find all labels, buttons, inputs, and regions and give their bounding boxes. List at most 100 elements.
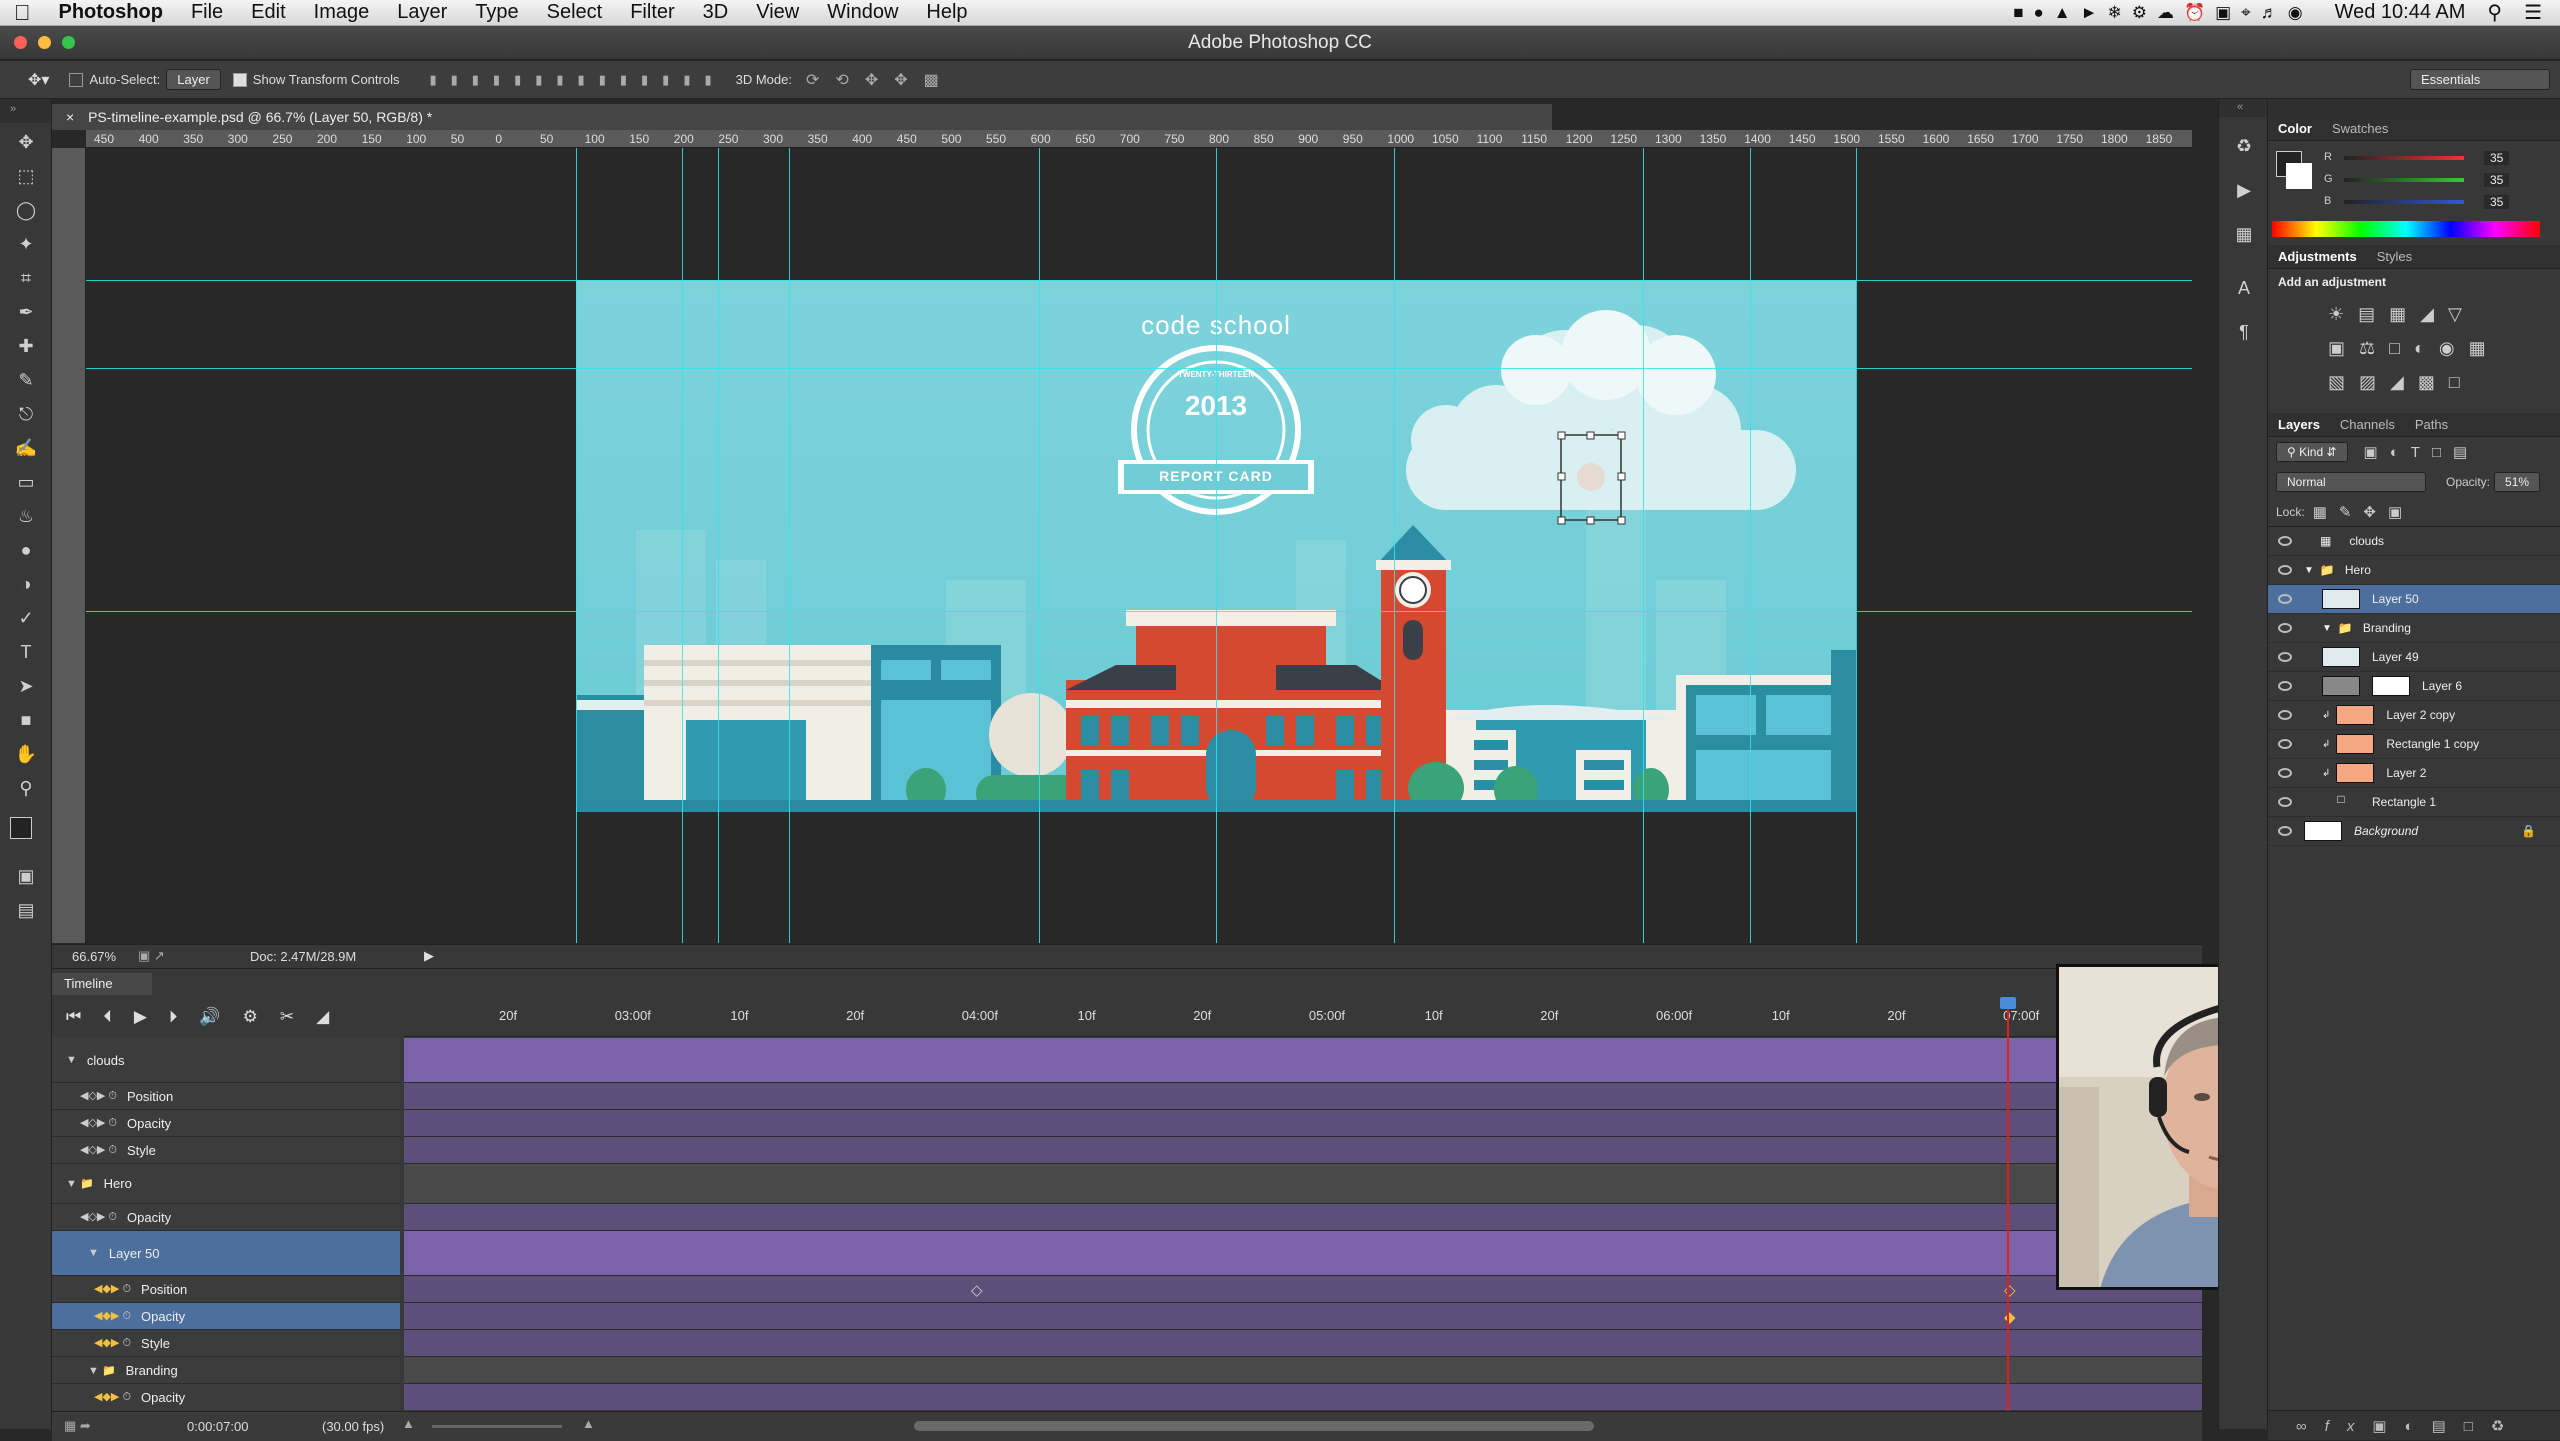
guide-vertical[interactable] (1856, 148, 1857, 943)
track-label-clouds[interactable]: ▼ clouds (52, 1038, 400, 1083)
channel-value[interactable]: 35 (2484, 195, 2510, 209)
layer-row-rectangle-1-copy[interactable]: ↲ Rectangle 1 copy (2268, 730, 2560, 759)
dodge-tool-icon[interactable]: ◑ (11, 569, 41, 599)
blend-mode-dropdown[interactable]: Normal (2276, 472, 2426, 492)
move-tool-preset-icon[interactable]: ✥▾ (28, 70, 49, 90)
properties-panel-icon[interactable]: ▦ (2229, 219, 2259, 249)
layer-row-layer-49[interactable]: Layer 49 (2268, 643, 2560, 672)
status-icons[interactable]: ▣ ↗ (138, 948, 165, 964)
brush-tool-icon[interactable]: ✎ (11, 365, 41, 395)
track-lane[interactable] (404, 1231, 2060, 1276)
history-panel-icon[interactable]: ♻ (2229, 131, 2259, 161)
healing-brush-icon[interactable]: ✚ (11, 331, 41, 361)
audio-icon[interactable]: 🔊 (199, 1007, 220, 1027)
channel-value[interactable]: 35 (2484, 173, 2510, 187)
disclosure-arrow-icon[interactable]: ▼ (2322, 623, 2332, 634)
menu-window[interactable]: Window (813, 1, 912, 24)
path-selection-icon[interactable]: ➤ (11, 671, 41, 701)
guide-vertical[interactable] (718, 148, 719, 943)
panel-tab-styles[interactable]: Styles (2377, 249, 2412, 264)
workspace-dropdown[interactable]: Essentials (2410, 69, 2550, 90)
crop-tool-icon[interactable]: ⌗ (11, 263, 41, 293)
previous-frame-icon[interactable]: ⏴ (103, 1007, 112, 1027)
visibility-eye-icon[interactable] (2278, 739, 2292, 749)
playhead[interactable] (2000, 997, 2016, 1437)
screen-mode-icon[interactable]: ▤ (11, 895, 41, 925)
close-document-icon[interactable]: × (66, 109, 74, 125)
menu-image[interactable]: Image (300, 1, 384, 24)
marquee-tool-icon[interactable]: ⬚ (11, 161, 41, 191)
eyedropper-icon[interactable]: ✒ (11, 297, 41, 327)
auto-select-dropdown[interactable]: Layer (166, 69, 221, 90)
color-slider-b[interactable]: B 35 (2268, 193, 2560, 213)
layer-row-hero[interactable]: ▼ 📁 Hero (2268, 556, 2560, 585)
menu-help[interactable]: Help (912, 1, 981, 24)
keyframe-icon[interactable]: ◇ (971, 1281, 983, 1299)
layers-footer-icons[interactable]: ∞fx▣◐▤□♻ (2268, 1410, 2560, 1440)
track-label-position[interactable]: ◀◆▶ ⏱ Position (52, 1276, 400, 1303)
track-lane[interactable] (404, 1330, 2202, 1357)
zoom-tool-icon[interactable]: ⚲ (11, 773, 41, 803)
eraser-tool-icon[interactable]: ▭ (11, 467, 41, 497)
layer-row-background[interactable]: Background 🔒 (2268, 817, 2560, 846)
disclosure-arrow-icon[interactable]: ▼ (2304, 565, 2314, 576)
track-lane[interactable] (404, 1164, 2202, 1204)
visibility-eye-icon[interactable] (2278, 623, 2292, 633)
layer-row-clouds[interactable]: ▦ clouds (2268, 527, 2560, 556)
rectangle-tool-icon[interactable]: ■ (11, 705, 41, 735)
track-lane[interactable]: ◇ ◇ (404, 1276, 2202, 1303)
menu-select[interactable]: Select (533, 1, 617, 24)
guide-vertical[interactable] (682, 148, 683, 943)
track-label-style[interactable]: ◀◆▶ ⏱ Style (52, 1330, 400, 1357)
zoom-level[interactable]: 66.67% (72, 949, 116, 964)
layer-row-branding[interactable]: ▼ 📁 Branding (2268, 614, 2560, 643)
document-tab[interactable]: × PS-timeline-example.psd @ 66.7% (Layer… (52, 104, 1552, 130)
mode-3d-icons[interactable]: ⟳⟲✥✥▩ (806, 70, 955, 90)
panel-tab-adjustments[interactable]: Adjustments (2278, 249, 2357, 264)
status-icons[interactable]: ■●▲►❄⚙☁⏰▣⌖♬◉ (2013, 3, 2312, 23)
frame-animation-icon[interactable]: ▦ ➦ (64, 1418, 91, 1434)
zoom-in-icon[interactable]: ▲ (582, 1416, 595, 1431)
opacity-input[interactable]: 51% (2494, 472, 2541, 492)
visibility-eye-icon[interactable] (2278, 826, 2292, 836)
track-lane[interactable] (404, 1137, 2202, 1164)
timeline-zoom-slider[interactable] (432, 1425, 562, 1428)
filter-icons[interactable]: ▣◐T□▤ (2364, 443, 2480, 461)
track-lane[interactable] (404, 1384, 2202, 1410)
canvas-area[interactable]: code school TWENTY-THIRTEEN 2013 REPORT … (86, 148, 2192, 943)
timeline-title[interactable]: Timeline (52, 973, 152, 995)
track-lane[interactable] (404, 1083, 2202, 1110)
channel-track[interactable] (2344, 200, 2464, 204)
split-scissors-icon[interactable]: ✂ (280, 1007, 294, 1027)
track-label-hero[interactable]: ▼ 📁 Hero (52, 1164, 400, 1204)
settings-gear-icon[interactable]: ⚙ (243, 1007, 258, 1027)
track-label-opacity[interactable]: ◀◇▶ ⏱ Opacity (52, 1110, 400, 1137)
channel-value[interactable]: 35 (2484, 151, 2510, 165)
color-spectrum-bar[interactable] (2272, 221, 2540, 237)
layer-row-layer-2[interactable]: ↲ Layer 2 (2268, 759, 2560, 788)
menu-3d[interactable]: 3D (689, 1, 743, 24)
timeline-ruler[interactable]: 20f 03:00f 10f 20f 04:00f 10f 20f 05:00f 10f 20f 0… (404, 997, 2204, 1037)
notification-center-icon[interactable]: ☰ (2524, 0, 2542, 25)
guide-horizontal[interactable] (86, 280, 2192, 281)
track-label-style[interactable]: ◀◇▶ ⏱ Style (52, 1137, 400, 1164)
spotlight-icon[interactable]: ⚲ (2487, 0, 2502, 25)
zoom-out-icon[interactable]: ▲ (402, 1416, 415, 1431)
menu-layer[interactable]: Layer (383, 1, 461, 24)
track-lane[interactable]: ◆ (404, 1303, 2202, 1330)
align-buttons[interactable]: ▮▮▮▮▮▮▮▮▮▮▮▮▮▮ (429, 72, 725, 88)
visibility-eye-icon[interactable] (2278, 768, 2292, 778)
track-lane[interactable] (404, 1204, 2202, 1231)
panel-tab-swatches[interactable]: Swatches (2332, 121, 2388, 136)
guide-vertical[interactable] (1394, 148, 1395, 943)
transition-icon[interactable]: ◢ (316, 1007, 329, 1027)
paint-bucket-icon[interactable]: ♨ (11, 501, 41, 531)
menu-filter[interactable]: Filter (616, 1, 688, 24)
guide-vertical[interactable] (1750, 148, 1751, 943)
guide-vertical[interactable] (1643, 148, 1644, 943)
clone-stamp-icon[interactable]: ⎋ (11, 399, 41, 429)
panel-tab-color[interactable]: Color (2278, 121, 2312, 136)
layer-kind-filter[interactable]: ⚲ Kind ⇵ (2276, 442, 2348, 462)
track-lane[interactable] (404, 1110, 2202, 1137)
auto-select-checkbox[interactable] (69, 72, 84, 87)
